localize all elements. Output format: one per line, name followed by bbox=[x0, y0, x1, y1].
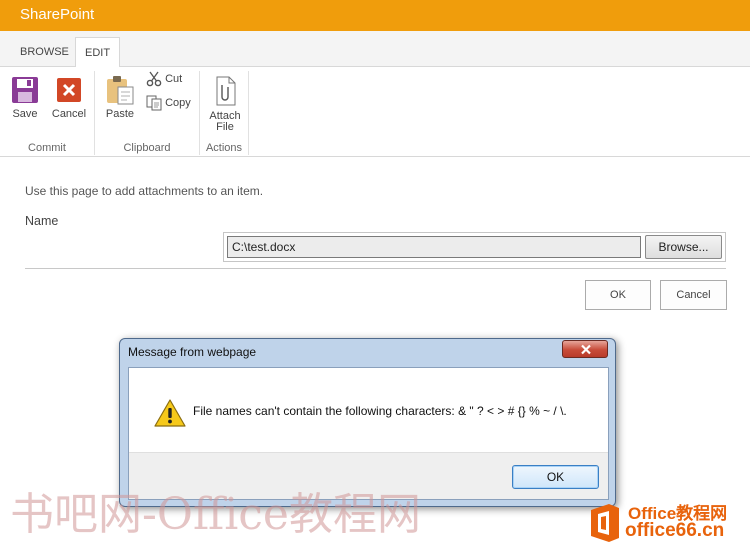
group-label-clipboard: Clipboard bbox=[123, 142, 171, 154]
cancel-ribbon-button[interactable]: Cancel bbox=[50, 77, 88, 120]
attach-file-button[interactable]: Attach File bbox=[206, 75, 244, 133]
ribbon-group-commit: Save Cancel Commit bbox=[0, 67, 94, 157]
save-button[interactable]: Save bbox=[8, 77, 42, 120]
suite-bar: SharePoint bbox=[0, 0, 750, 31]
ribbon-tab-row: BROWSE EDIT bbox=[0, 31, 750, 68]
paste-button[interactable]: Paste bbox=[103, 75, 137, 120]
file-path-input[interactable]: C:\test.docx bbox=[227, 236, 641, 258]
cancel-label: Cancel bbox=[51, 108, 87, 120]
save-label: Save bbox=[12, 108, 38, 120]
copy-label: Copy bbox=[165, 96, 191, 109]
ribbon-group-clipboard: Paste Cut Copy Clipboard bbox=[95, 67, 199, 157]
group-label-commit: Commit bbox=[28, 142, 66, 154]
tab-browse[interactable]: BROWSE bbox=[11, 37, 78, 67]
scissors-icon bbox=[146, 71, 162, 87]
dialog-ok-button[interactable]: OK bbox=[512, 465, 599, 489]
page-instructions: Use this page to add attachments to an i… bbox=[25, 184, 264, 198]
watermark-text: 书吧网-Office教程网 bbox=[10, 489, 421, 540]
office-logo-icon bbox=[591, 504, 619, 542]
file-upload-control: C:\test.docx Browse... bbox=[223, 232, 726, 262]
ok-button[interactable]: OK bbox=[585, 280, 651, 310]
group-label-actions: Actions bbox=[205, 142, 243, 154]
app-brand[interactable]: SharePoint bbox=[20, 6, 94, 23]
attach-label-line2: File bbox=[216, 121, 234, 133]
watermark-logo: Office教程网 office66.cn bbox=[585, 497, 750, 548]
paste-label: Paste bbox=[105, 108, 135, 120]
copy-icon bbox=[146, 95, 162, 111]
cancel-icon bbox=[57, 78, 81, 102]
dialog-title: Message from webpage bbox=[128, 345, 257, 359]
ribbon-separator bbox=[248, 71, 249, 155]
divider bbox=[25, 268, 726, 269]
save-icon bbox=[12, 77, 38, 103]
watermark-domain: office66.cn bbox=[625, 520, 725, 541]
attach-file-icon bbox=[216, 76, 236, 106]
dialog-message: File names can't contain the following c… bbox=[193, 404, 567, 418]
ribbon-group-actions: Attach File Actions bbox=[200, 67, 248, 157]
ribbon: Save Cancel Commit Paste Cut Copy Clipbo… bbox=[0, 67, 750, 157]
paste-icon bbox=[107, 76, 134, 105]
cut-button[interactable]: Cut bbox=[146, 71, 182, 87]
cut-label: Cut bbox=[165, 72, 183, 85]
cancel-button[interactable]: Cancel bbox=[660, 280, 727, 310]
warning-icon bbox=[154, 399, 186, 427]
tab-edit[interactable]: EDIT bbox=[75, 37, 121, 68]
name-label: Name bbox=[25, 214, 59, 228]
copy-button[interactable]: Copy bbox=[146, 95, 191, 111]
browse-button[interactable]: Browse... bbox=[645, 235, 722, 259]
dialog-close-button[interactable] bbox=[562, 340, 608, 358]
close-icon bbox=[581, 344, 591, 355]
